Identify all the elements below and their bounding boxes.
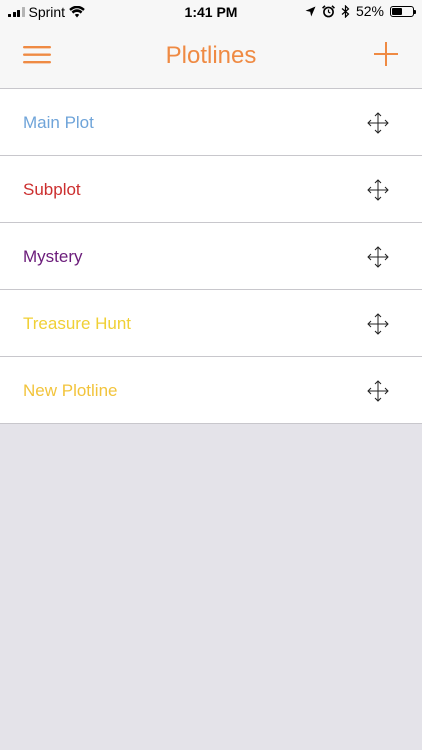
page-title: Plotlines	[165, 42, 257, 69]
location-arrow-icon	[305, 6, 316, 16]
move-arrows-icon	[367, 246, 389, 268]
drag-handle[interactable]	[367, 112, 389, 134]
plotline-row[interactable]: Mystery	[0, 223, 422, 290]
status-bar: Sprint 1:41 PM 52%	[0, 0, 422, 24]
alarm-clock-icon	[322, 4, 335, 17]
plotline-label: Subplot	[23, 180, 81, 199]
navigation-bar: Plotlines	[0, 24, 422, 89]
bluetooth-icon	[341, 4, 350, 18]
drag-handle[interactable]	[367, 246, 389, 268]
plotline-row[interactable]: New Plotline	[0, 357, 422, 423]
plotline-label: Treasure Hunt	[23, 314, 132, 333]
add-plotline-button[interactable]	[370, 38, 402, 70]
move-arrows-icon	[367, 179, 389, 201]
battery-fill	[392, 7, 402, 15]
plus-icon	[374, 42, 398, 66]
plotline-label: Mystery	[23, 247, 83, 266]
drag-handle[interactable]	[367, 313, 389, 335]
battery-percent: 52%	[355, 3, 384, 19]
plotline-label: Main Plot	[23, 113, 94, 132]
status-right: 52%	[305, 3, 416, 19]
battery-icon	[390, 5, 416, 17]
plotline-list: Main Plot Subplot Mystery Treasure Hunt …	[0, 89, 422, 424]
plotline-label: New Plotline	[23, 381, 118, 400]
move-arrows-icon	[367, 380, 389, 402]
battery-tip	[414, 9, 416, 14]
plotline-row[interactable]: Treasure Hunt	[0, 290, 422, 357]
move-arrows-icon	[367, 313, 389, 335]
plotline-row[interactable]: Subplot	[0, 156, 422, 223]
drag-handle[interactable]	[367, 380, 389, 402]
drag-handle[interactable]	[367, 179, 389, 201]
move-arrows-icon	[367, 112, 389, 134]
plotline-row[interactable]: Main Plot	[0, 89, 422, 156]
